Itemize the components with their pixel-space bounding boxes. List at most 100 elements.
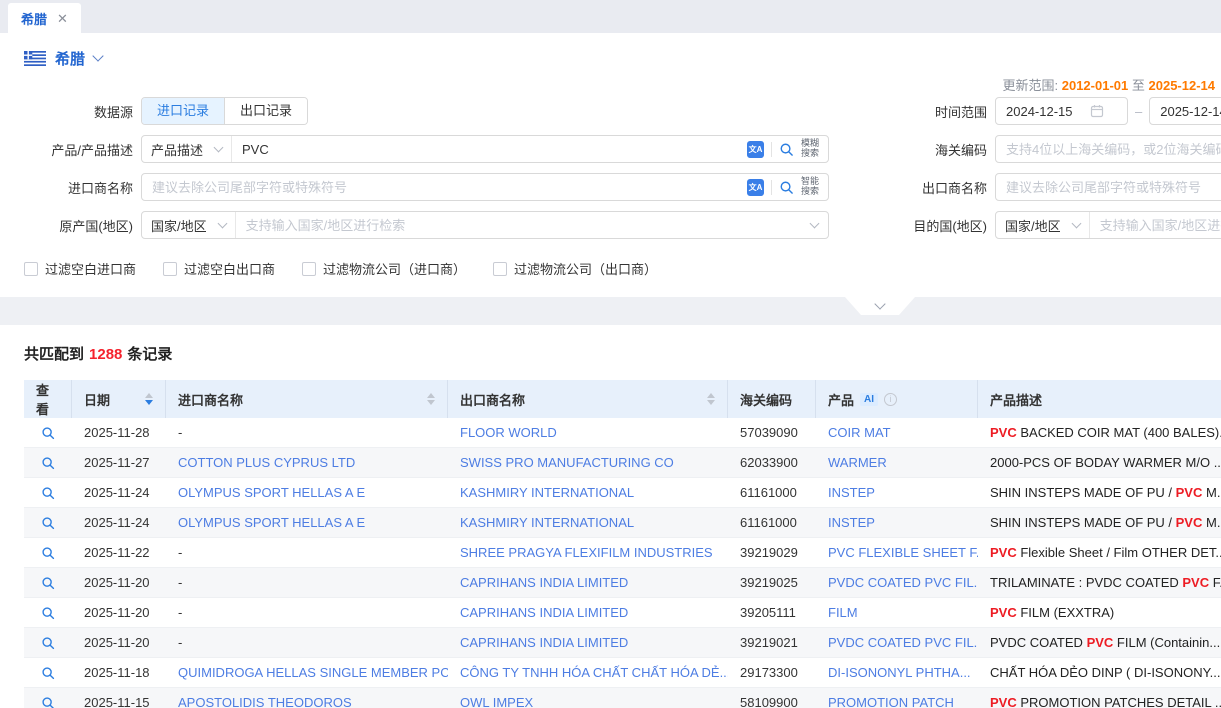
segment-import-records[interactable]: 进口记录 (142, 98, 224, 124)
product-combo: 产品描述 文A 模糊搜索 (141, 135, 829, 163)
exporter-name[interactable]: SHREE PRAGYA FLEXIFILM INDUSTRIES (460, 545, 713, 560)
exporter-name[interactable]: KASHMIRY INTERNATIONAL (460, 485, 634, 500)
product-link[interactable]: INSTEP (828, 485, 875, 500)
view-cell (24, 666, 72, 680)
importer-name[interactable]: OLYMPUS SPORT HELLAS A E (178, 515, 365, 530)
view-record-icon[interactable] (41, 486, 55, 500)
results-table: 查看 日期 进口商名称 出口商名称 海关编码 产品 AI i 产品描述 2025… (24, 380, 1221, 708)
importer-name[interactable]: COTTON PLUS CYPRUS LTD (178, 455, 355, 470)
info-icon[interactable]: i (884, 393, 897, 406)
sort-importer[interactable] (427, 393, 435, 405)
hs-code-cell: 39205111 (728, 605, 816, 620)
result-count: 1288 (89, 346, 122, 363)
product-link[interactable]: DI-ISONONYL PHTHA... (828, 665, 971, 680)
update-range-end: 2025-12-14 (1149, 78, 1216, 93)
date-cell: 2025-11-28 (72, 425, 166, 440)
product-link[interactable]: WARMER (828, 455, 887, 470)
product-link[interactable]: COIR MAT (828, 425, 891, 440)
smart-search-icon[interactable] (779, 180, 794, 195)
exporter-name[interactable]: KASHMIRY INTERNATIONAL (460, 515, 634, 530)
view-record-icon[interactable] (41, 516, 55, 530)
destination-type-select[interactable]: 国家/地区 (996, 212, 1090, 238)
exporter-name[interactable]: CAPRIHANS INDIA LIMITED (460, 605, 628, 620)
view-record-icon[interactable] (41, 576, 55, 590)
table-row: 2025-11-27COTTON PLUS CYPRUS LTDSWISS PR… (24, 448, 1221, 478)
exporter-name[interactable]: CÔNG TY TNHH HÓA CHẤT CHẤT HÓA DẺ... (460, 665, 728, 680)
date-start-input[interactable] (1006, 104, 1090, 119)
calendar-icon[interactable] (1090, 104, 1104, 118)
importer-cell: - (166, 575, 448, 590)
table-row: 2025-11-28-FLOOR WORLD57039090COIR MATPV… (24, 418, 1221, 448)
sort-exporter[interactable] (707, 393, 715, 405)
date-end-input[interactable] (1160, 104, 1221, 119)
exporter-name[interactable]: OWL IMPEX (460, 695, 533, 708)
product-link[interactable]: FILM (828, 605, 858, 620)
description-cell: SHIN INSTEPS MADE OF PU / PVC M... (978, 515, 1221, 530)
label-data-source: 数据源 (0, 102, 133, 121)
view-record-icon[interactable] (41, 666, 55, 680)
product-cell: PROMOTION PATCH (816, 695, 978, 708)
view-cell (24, 486, 72, 500)
filter-blank-exporter[interactable]: 过滤空白出口商 (163, 259, 275, 278)
exporter-cell: CAPRIHANS INDIA LIMITED (448, 575, 728, 590)
table-body: 2025-11-28-FLOOR WORLD57039090COIR MATPV… (24, 418, 1221, 708)
chevron-down-icon[interactable] (92, 50, 103, 61)
divider (771, 142, 772, 157)
origin-type-select[interactable]: 国家/地区 (142, 212, 236, 238)
chevron-down-icon[interactable] (810, 219, 820, 229)
segment-export-records[interactable]: 出口记录 (224, 98, 307, 124)
origin-combo: 国家/地区 (141, 211, 829, 239)
filter-blank-importer[interactable]: 过滤空白进口商 (24, 259, 136, 278)
product-cell: INSTEP (816, 515, 978, 530)
product-link[interactable]: INSTEP (828, 515, 875, 530)
fuzzy-search-icon[interactable] (779, 142, 794, 157)
translate-icon[interactable]: 文A (747, 179, 764, 196)
view-record-icon[interactable] (41, 426, 55, 440)
view-cell (24, 456, 72, 470)
exporter-name[interactable]: SWISS PRO MANUFACTURING CO (460, 455, 674, 470)
destination-input[interactable] (1090, 218, 1221, 233)
hs-code-input[interactable] (996, 142, 1221, 157)
product-input[interactable] (232, 142, 747, 157)
importer-name[interactable]: OLYMPUS SPORT HELLAS A E (178, 485, 365, 500)
product-field-select[interactable]: 产品描述 (142, 136, 232, 162)
close-icon[interactable]: ✕ (57, 12, 68, 25)
exporter-box (995, 173, 1221, 201)
product-link[interactable]: PVDC COATED PVC FIL... (828, 635, 978, 650)
filter-logistics-importer[interactable]: 过滤物流公司（进口商） (302, 259, 466, 278)
view-record-icon[interactable] (41, 546, 55, 560)
origin-input[interactable] (236, 218, 811, 233)
importer-name[interactable]: QUIMIDROGA HELLAS SINGLE MEMBER PC (178, 665, 448, 680)
view-cell (24, 576, 72, 590)
smart-search-label[interactable]: 智能搜索 (801, 177, 819, 197)
view-record-icon[interactable] (41, 636, 55, 650)
filter-logistics-exporter[interactable]: 过滤物流公司（出口商） (493, 259, 657, 278)
product-cell: PVDC COATED PVC FIL... (816, 635, 978, 650)
view-record-icon[interactable] (41, 456, 55, 470)
exporter-cell: SHREE PRAGYA FLEXIFILM INDUSTRIES (448, 545, 728, 560)
product-link[interactable]: PROMOTION PATCH (828, 695, 954, 708)
date-cell: 2025-11-15 (72, 695, 166, 708)
exporter-name[interactable]: FLOOR WORLD (460, 425, 557, 440)
exporter-input[interactable] (996, 180, 1221, 195)
exporter-name[interactable]: CAPRIHANS INDIA LIMITED (460, 635, 628, 650)
hs-code-cell: 39219021 (728, 635, 816, 650)
fuzzy-search-label[interactable]: 模糊搜索 (801, 139, 819, 159)
product-cell: COIR MAT (816, 425, 978, 440)
sort-date[interactable] (145, 393, 153, 405)
hs-code-box (995, 135, 1221, 163)
tab-greece[interactable]: 希腊 ✕ (8, 3, 81, 33)
product-link[interactable]: PVDC COATED PVC FIL... (828, 575, 978, 590)
date-cell: 2025-11-24 (72, 515, 166, 530)
importer-input[interactable] (142, 180, 747, 195)
exporter-name[interactable]: CAPRIHANS INDIA LIMITED (460, 575, 628, 590)
date-end-box (1149, 97, 1221, 125)
product-link[interactable]: PVC FLEXIBLE SHEET F... (828, 545, 978, 560)
view-record-icon[interactable] (41, 606, 55, 620)
table-row: 2025-11-20-CAPRIHANS INDIA LIMITED392190… (24, 568, 1221, 598)
translate-icon[interactable]: 文A (747, 141, 764, 158)
view-record-icon[interactable] (41, 696, 55, 708)
ai-badge: AI (860, 393, 878, 406)
importer-name[interactable]: APOSTOLIDIS THEODOROS (178, 695, 352, 708)
exporter-cell: KASHMIRY INTERNATIONAL (448, 485, 728, 500)
